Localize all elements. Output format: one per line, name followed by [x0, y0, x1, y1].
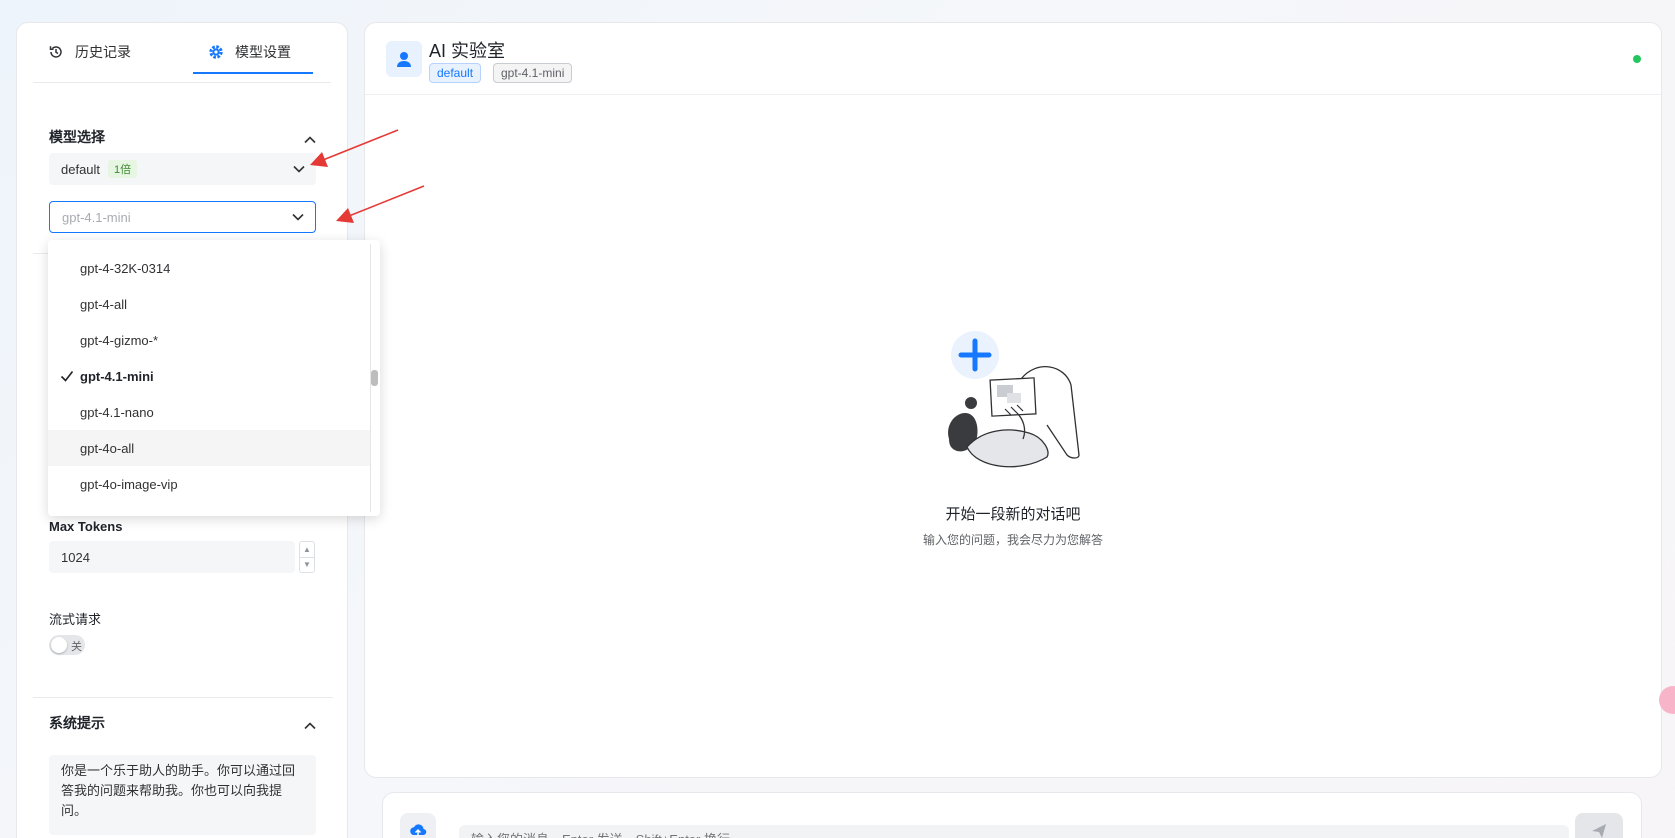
tab-history-label: 历史记录 [75, 44, 131, 60]
system-prompt-textarea[interactable]: 你是一个乐于助人的助手。你可以通过回答我的问题来帮助我。你也可以向我提问。 [49, 755, 316, 835]
upload-button[interactable] [400, 813, 436, 838]
tab-history[interactable]: 历史记录 [47, 42, 131, 62]
send-button[interactable] [1575, 813, 1623, 838]
dropdown-option-hover[interactable]: gpt-4o-all [48, 430, 370, 466]
collapse-chevron-icon[interactable] [303, 133, 317, 147]
scrollbar-thumb[interactable] [371, 370, 378, 386]
model-select-value: gpt-4.1-mini [62, 209, 131, 225]
message-input[interactable] [459, 825, 1569, 838]
max-tokens-input[interactable]: 1024 [49, 541, 295, 573]
active-tab-indicator [193, 72, 313, 74]
option-label: gpt-4.1-mini [80, 368, 154, 384]
message-composer [382, 792, 1642, 838]
group-tag: default [429, 63, 482, 83]
section-divider [33, 697, 333, 698]
tab-model-settings[interactable]: 模型设置 [207, 42, 291, 62]
dropdown-option[interactable]: gpt-4-gizmo-* [48, 322, 370, 358]
option-label: gpt-4-all [80, 296, 127, 312]
dropdown-option[interactable]: gpt-4o-image-vip [48, 466, 370, 502]
model-select[interactable]: gpt-4.1-mini [49, 201, 316, 233]
stream-label: 流式请求 [49, 612, 102, 627]
panel-tabs: 历史记录 模型设置 [33, 23, 331, 83]
model-section-title: 模型选择 [49, 129, 105, 145]
option-label: gpt-4o-image-vip [80, 476, 178, 492]
model-dropdown: gpt-4-32K-0314 gpt-4-all gpt-4-gizmo-* g… [48, 240, 380, 516]
system-prompt-title: 系统提示 [49, 715, 105, 731]
model-tag: gpt-4.1-mini [493, 63, 573, 83]
increment-button[interactable]: ▲ [300, 542, 314, 557]
upload-icon [410, 824, 427, 836]
empty-state-subtitle: 输入您的问题，我会尽力为您解答 [922, 533, 1103, 547]
option-label: gpt-4-gizmo-* [80, 332, 159, 348]
empty-state-title: 开始一段新的对话吧 [945, 506, 1081, 523]
tab-model-settings-label: 模型设置 [235, 44, 291, 60]
chevron-down-icon [292, 213, 304, 221]
dropdown-option-selected[interactable]: gpt-4.1-mini [48, 358, 370, 394]
check-icon [60, 371, 74, 382]
dropdown-option[interactable]: gpt-4-32K-0314 [48, 250, 370, 286]
group-select-value: default [61, 161, 101, 177]
dropdown-scrollbar[interactable] [370, 244, 380, 512]
dropdown-option[interactable]: gpt-4.1-nano [48, 394, 370, 430]
toggle-knob [51, 637, 67, 653]
chat-title: AI 实验室 [429, 41, 506, 61]
chevron-down-icon [293, 165, 305, 173]
chat-header: AI 实验室 default gpt-4.1-mini [365, 23, 1661, 95]
stream-toggle[interactable]: 关 [49, 635, 85, 655]
decrement-button[interactable]: ▼ [300, 556, 314, 573]
history-icon [47, 43, 65, 61]
dropdown-option[interactable]: gpt-4-all [48, 286, 370, 322]
empty-state-illustration [948, 331, 1080, 468]
toggle-state-label: 关 [71, 641, 82, 653]
option-label: gpt-4.1-nano [80, 404, 154, 420]
avatar [386, 41, 422, 77]
send-icon [1592, 824, 1606, 838]
option-label: gpt-4-32K-0314 [80, 260, 171, 276]
option-label: gpt-4o-all [80, 440, 135, 456]
max-tokens-stepper: ▲ ▼ [299, 541, 315, 573]
group-select[interactable]: default 1倍 [49, 153, 316, 185]
user-icon [397, 52, 411, 67]
chat-panel: AI 实验室 default gpt-4.1-mini 开始一段新的对话吧 输入… [364, 22, 1662, 778]
multiplier-badge: 1倍 [108, 160, 138, 178]
gear-icon [207, 43, 225, 61]
max-tokens-label: Max Tokens [49, 519, 123, 534]
collapse-chevron-icon[interactable] [303, 719, 317, 733]
status-indicator [1633, 55, 1641, 63]
